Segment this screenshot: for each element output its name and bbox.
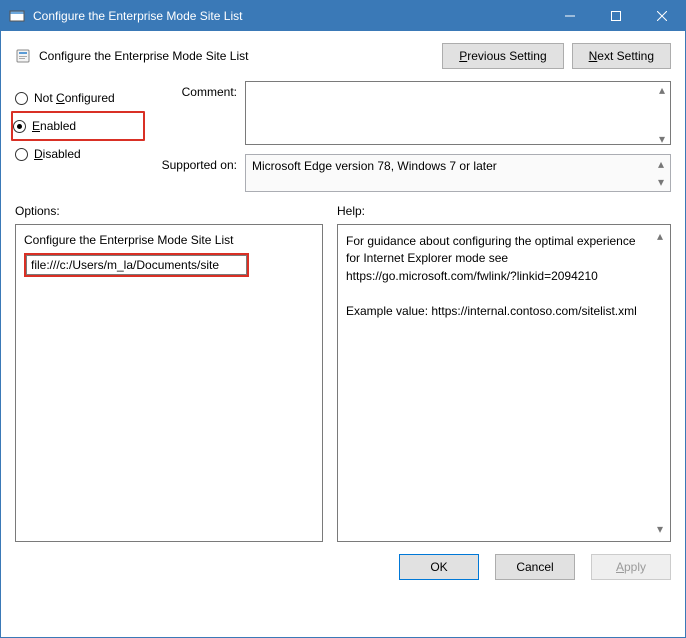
options-section-label: Options: <box>15 204 337 218</box>
scroll-up-icon: ▴ <box>653 228 667 245</box>
header-title: Configure the Enterprise Mode Site List <box>39 49 442 63</box>
comment-label: Comment: <box>145 81 245 99</box>
help-text-2: Example value: https://internal.contoso.… <box>346 303 650 320</box>
enabled-highlight: Enabled <box>11 111 145 141</box>
scroll-down-icon: ▾ <box>654 175 668 189</box>
radio-not-configured-label: Not Configured <box>34 91 115 105</box>
window-title: Configure the Enterprise Mode Site List <box>33 9 547 23</box>
supported-on-label: Supported on: <box>145 154 245 172</box>
footer: OK Cancel Apply <box>1 542 685 592</box>
supported-on-value: Microsoft Edge version 78, Windows 7 or … <box>252 159 497 173</box>
radio-disabled-label: Disabled <box>34 147 81 161</box>
supported-on-box: Microsoft Edge version 78, Windows 7 or … <box>245 154 671 192</box>
close-button[interactable] <box>639 1 685 31</box>
header-row: Configure the Enterprise Mode Site List … <box>1 31 685 79</box>
radio-enabled[interactable]: Enabled <box>13 113 139 139</box>
policy-icon <box>15 48 31 64</box>
window-icon <box>9 8 25 24</box>
option-field-label: Configure the Enterprise Mode Site List <box>24 233 314 247</box>
next-setting-button[interactable]: Next Setting <box>572 43 671 69</box>
ok-button[interactable]: OK <box>399 554 479 580</box>
help-pane: For guidance about configuring the optim… <box>337 224 671 542</box>
supported-scroll[interactable]: ▴▾ <box>654 157 668 189</box>
state-radio-group: Not Configured Enabled Disabled <box>15 81 145 192</box>
radio-enabled-label: Enabled <box>32 119 76 133</box>
radio-disabled-input[interactable] <box>15 148 28 161</box>
radio-enabled-input[interactable] <box>13 120 26 133</box>
help-section-label: Help: <box>337 204 365 218</box>
maximize-button[interactable] <box>593 1 639 31</box>
minimize-button[interactable] <box>547 1 593 31</box>
apply-button: Apply <box>591 554 671 580</box>
scroll-down-icon: ▾ <box>655 132 669 146</box>
previous-setting-button[interactable]: Previous Setting <box>442 43 563 69</box>
titlebar: Configure the Enterprise Mode Site List <box>1 1 685 31</box>
cancel-button[interactable]: Cancel <box>495 554 575 580</box>
scroll-up-icon: ▴ <box>654 157 668 171</box>
scroll-down-icon: ▾ <box>653 521 667 538</box>
scroll-up-icon: ▴ <box>655 83 669 97</box>
help-text-1: For guidance about configuring the optim… <box>346 233 650 285</box>
comment-scroll[interactable]: ▴▾ <box>655 83 669 146</box>
help-scroll[interactable]: ▴▾ <box>653 228 667 538</box>
option-field-highlight <box>24 253 249 277</box>
site-list-path-input[interactable] <box>26 255 247 275</box>
options-pane: Configure the Enterprise Mode Site List <box>15 224 323 542</box>
radio-not-configured[interactable]: Not Configured <box>15 85 145 111</box>
radio-disabled[interactable]: Disabled <box>15 141 145 167</box>
radio-not-configured-input[interactable] <box>15 92 28 105</box>
comment-textarea[interactable] <box>245 81 671 145</box>
